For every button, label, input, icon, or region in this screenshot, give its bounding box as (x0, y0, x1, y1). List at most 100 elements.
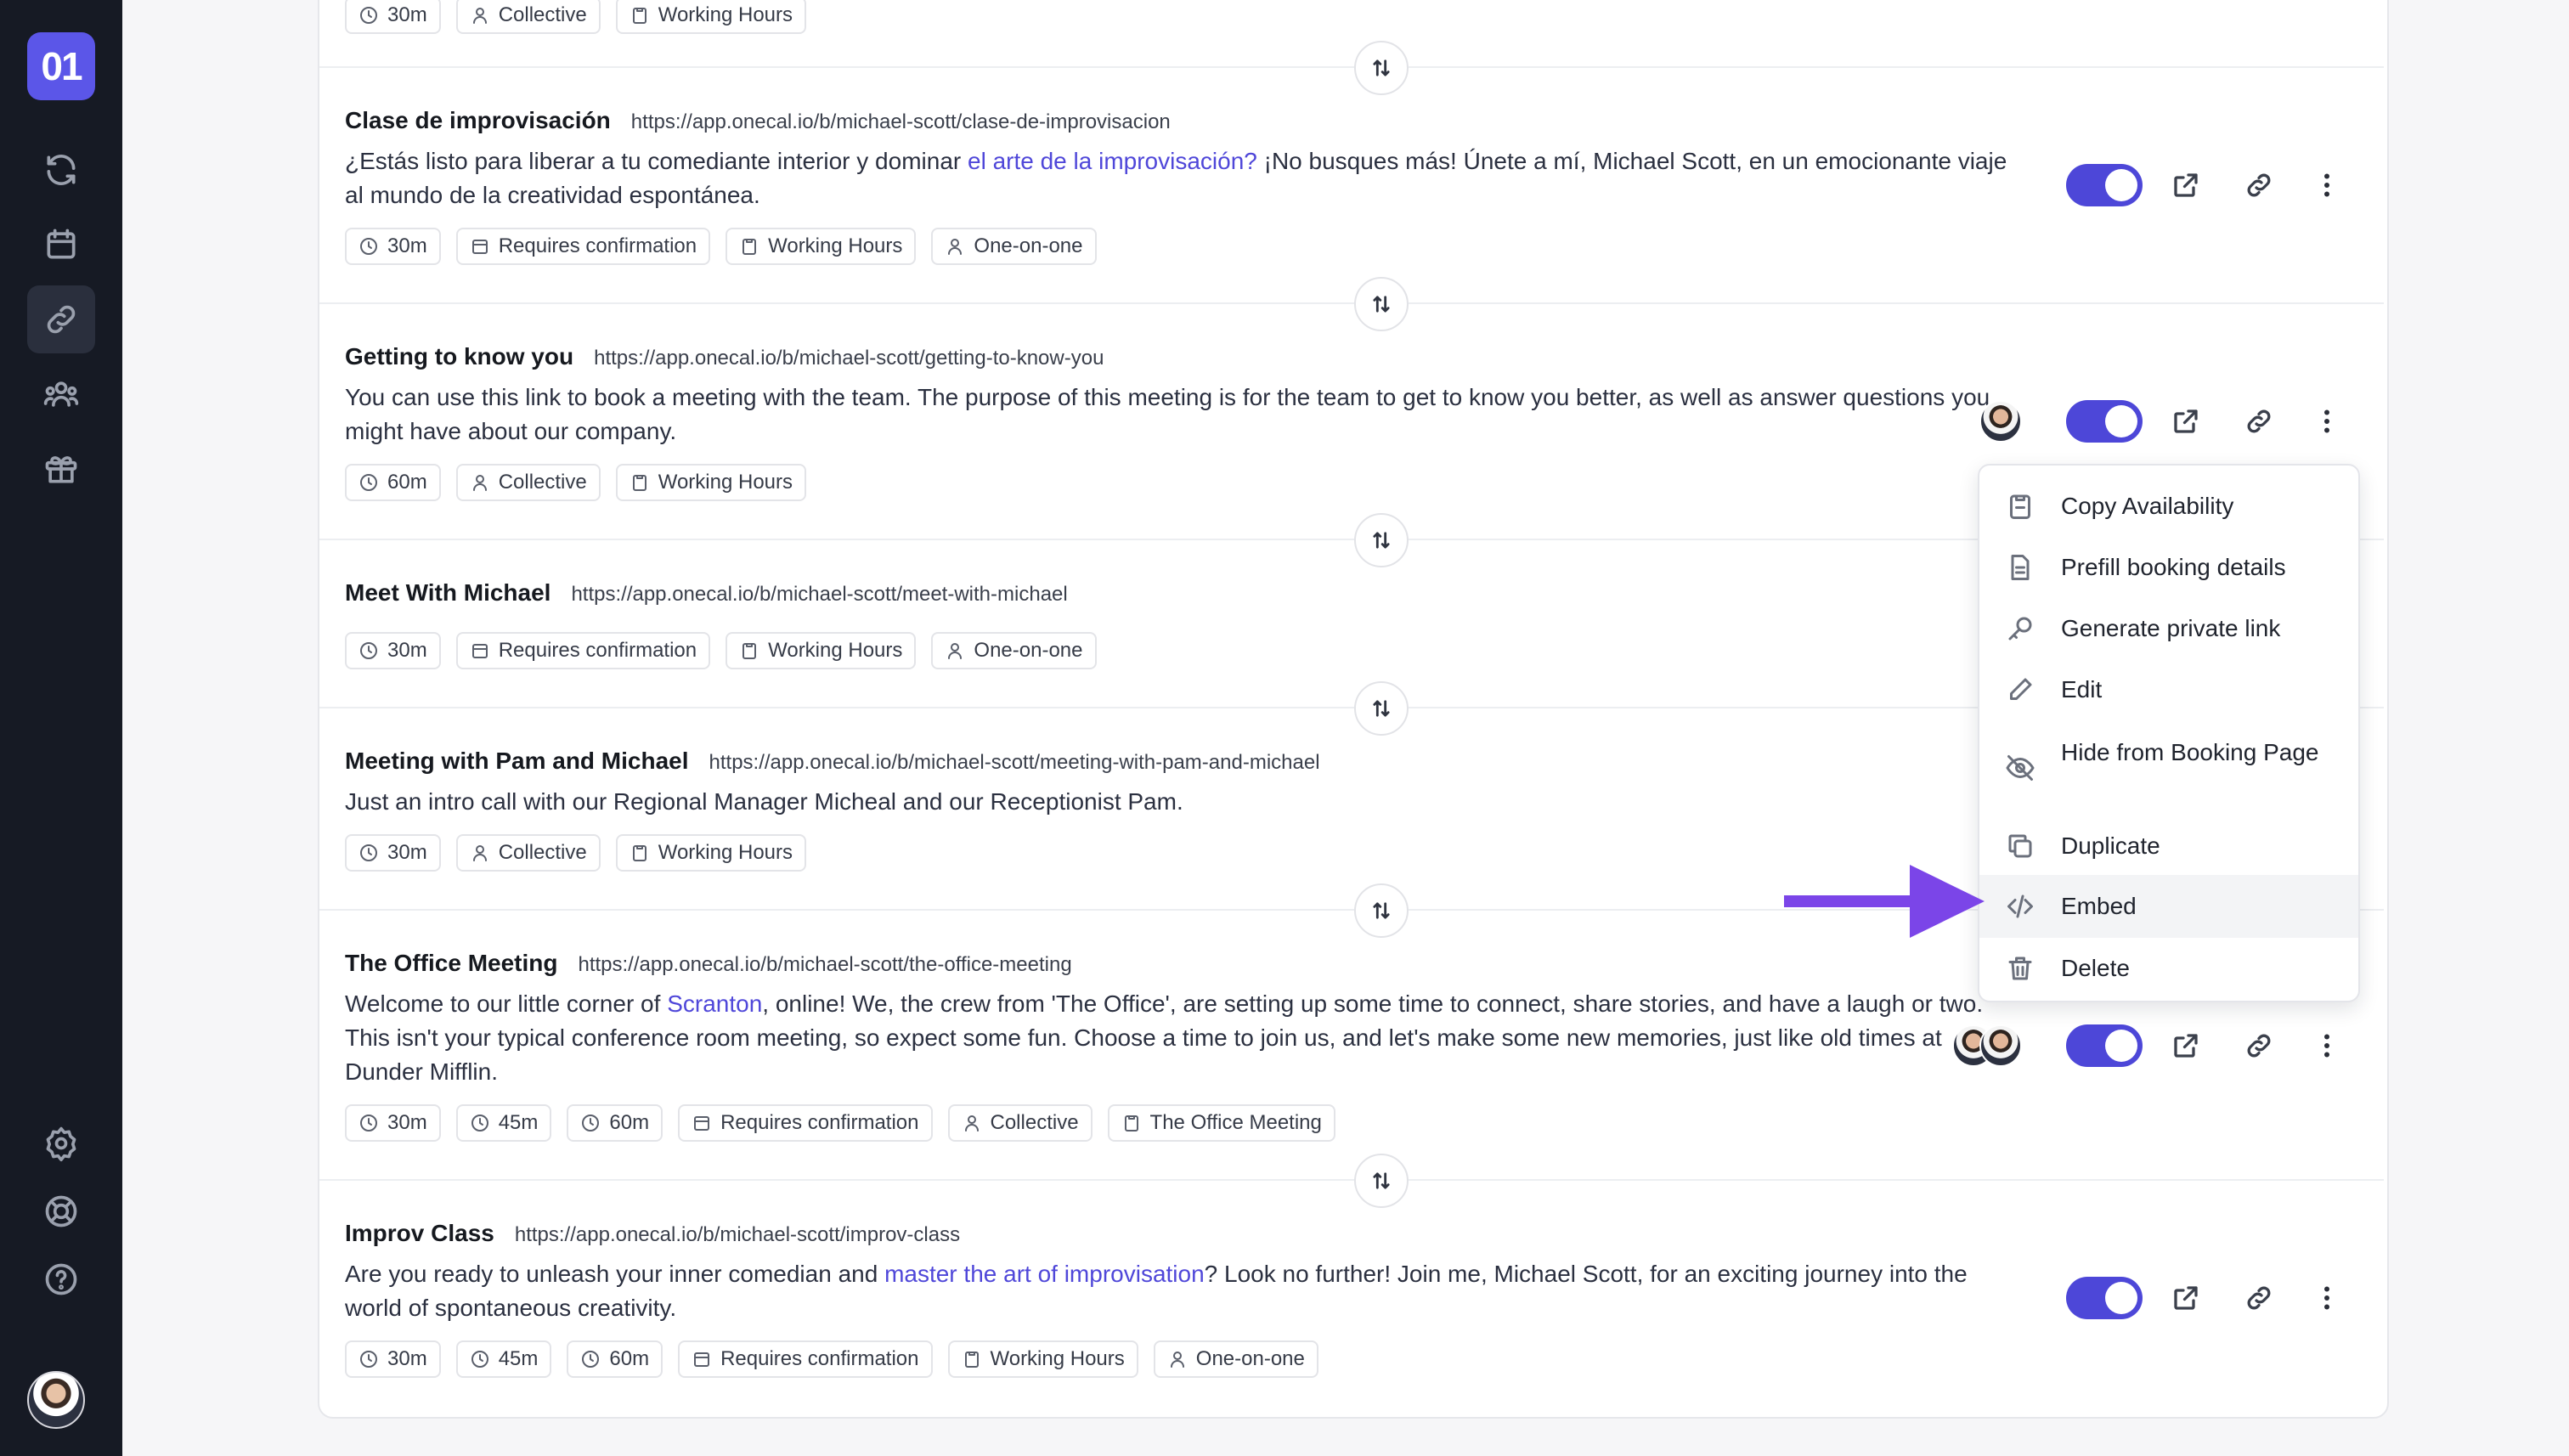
schedule-tag: Working Hours (615, 834, 807, 872)
kebab-icon (2324, 1034, 2329, 1058)
menu-item-prefill-booking-details[interactable]: Prefill booking details (1979, 544, 2358, 591)
sidebar-item-settings[interactable] (27, 1109, 95, 1177)
gear-icon (46, 1126, 76, 1162)
confirmation-tag: Requires confirmation (455, 228, 711, 265)
clock-icon (471, 1115, 488, 1132)
sidebar-item-teams[interactable] (27, 360, 95, 428)
code-icon (2005, 891, 2035, 922)
calendar-icon (471, 644, 488, 658)
enable-toggle[interactable] (2066, 400, 2143, 443)
event-url[interactable]: https://app.onecal.io/b/michael-scott/me… (571, 583, 1067, 607)
sidebar-item-help[interactable] (27, 1245, 95, 1313)
enable-toggle[interactable] (2066, 1277, 2143, 1319)
more-options-button[interactable] (2306, 400, 2348, 443)
one-on-one-tag: One-on-one (931, 228, 1097, 265)
event-row-partial: 30m Collective Working Hours (345, 0, 2365, 34)
more-options-button[interactable] (2306, 164, 2348, 206)
event-title: Meet With Michael (345, 579, 551, 606)
duration-tag: 45m (455, 1104, 552, 1142)
event-title: Improv Class (345, 1220, 494, 1246)
duration-tag: 45m (455, 1340, 552, 1378)
calendar-icon (694, 1116, 710, 1131)
reorder-button[interactable] (1354, 513, 1409, 567)
event-url[interactable]: https://app.onecal.io/b/michael-scott/ge… (594, 347, 1104, 370)
row-divider (319, 302, 2384, 304)
annotation-arrow-icon (1784, 865, 1985, 938)
host-avatar (1979, 1024, 2022, 1067)
copy-link-button[interactable] (2238, 1277, 2280, 1319)
swap-vertical-icon (1373, 902, 1390, 919)
open-link-button[interactable] (2165, 1024, 2207, 1067)
clock-icon (360, 642, 377, 659)
reorder-button[interactable] (1354, 277, 1409, 331)
event-url[interactable]: https://app.onecal.io/b/michael-scott/me… (709, 751, 1320, 775)
highlighted-text: Scranton (667, 990, 763, 1017)
open-link-button[interactable] (2165, 400, 2207, 443)
clock-icon (360, 1351, 377, 1368)
copy-link-button[interactable] (2238, 400, 2280, 443)
event-url[interactable]: https://app.onecal.io/b/michael-scott/th… (578, 953, 1071, 977)
open-link-button[interactable] (2165, 164, 2207, 206)
menu-item-hide-from-booking-page[interactable]: Hide from Booking Page (1979, 725, 2358, 810)
enable-toggle[interactable] (2066, 164, 2143, 206)
menu-item-delete[interactable]: Delete (1979, 945, 2358, 992)
copy-icon (2005, 831, 2035, 861)
copy-link-button[interactable] (2238, 1024, 2280, 1067)
reorder-button[interactable] (1354, 1154, 1409, 1208)
more-options-button[interactable] (2306, 1277, 2348, 1319)
menu-item-copy-availability[interactable]: Copy Availability (1979, 483, 2358, 530)
link-icon (2247, 1286, 2271, 1310)
sidebar-item-support[interactable] (27, 1177, 95, 1245)
row-divider (319, 66, 2384, 68)
copy-link-button[interactable] (2238, 164, 2280, 206)
sidebar-item-links[interactable] (27, 285, 95, 353)
duration-tag: 30m (345, 228, 441, 265)
reorder-button[interactable] (1354, 883, 1409, 938)
schedule-tag: Working Hours (726, 632, 917, 669)
person-icon (472, 475, 487, 491)
sidebar-item-gifts[interactable] (27, 435, 95, 503)
schedule-tag: Working Hours (726, 228, 917, 265)
enable-toggle[interactable] (2066, 1024, 2143, 1067)
open-link-button[interactable] (2165, 1277, 2207, 1319)
event-url[interactable]: https://app.onecal.io/b/michael-scott/cl… (631, 110, 1171, 134)
clipboard-icon (632, 845, 646, 861)
sidebar-item-sync[interactable] (27, 136, 95, 204)
clock-icon (582, 1115, 600, 1132)
row-divider (319, 1179, 2384, 1181)
swap-vertical-icon (1373, 59, 1390, 76)
duration-tag: 60m (567, 1340, 663, 1378)
person-icon (948, 643, 963, 659)
clipboard-icon (2005, 491, 2035, 522)
person-icon (964, 1115, 979, 1132)
clipboard-icon (632, 8, 646, 24)
kebab-icon (2324, 409, 2329, 433)
external-link-icon (2174, 409, 2198, 433)
menu-item-generate-private-link[interactable]: Generate private link (1979, 605, 2358, 652)
person-icon (472, 845, 487, 861)
more-options-button[interactable] (2306, 1024, 2348, 1067)
key-icon (2005, 613, 2035, 644)
user-avatar[interactable] (27, 1371, 85, 1429)
event-description: Welcome to our little corner of Scranton… (345, 990, 1984, 1085)
menu-item-embed[interactable]: Embed (1979, 875, 2358, 938)
app-logo[interactable]: 01 (27, 32, 95, 100)
host-avatar (1979, 400, 2022, 443)
event-url[interactable]: https://app.onecal.io/b/michael-scott/im… (515, 1223, 960, 1247)
duration-tag: 30m (345, 1340, 441, 1378)
collective-tag: Collective (455, 0, 601, 34)
users-icon (43, 381, 79, 407)
event-description: Are you ready to unleash your inner come… (345, 1261, 1968, 1321)
menu-item-duplicate[interactable]: Duplicate (1979, 822, 2358, 870)
reorder-button[interactable] (1354, 41, 1409, 95)
eye-off-icon (2005, 753, 2035, 783)
event-title: The Office Meeting (345, 950, 558, 976)
menu-item-edit[interactable]: Edit (1979, 666, 2358, 714)
pencil-icon (2005, 674, 2035, 705)
calendar-icon (471, 240, 488, 254)
reorder-button[interactable] (1354, 681, 1409, 736)
event-title: Clase de improvisación (345, 107, 611, 133)
sidebar-item-calendar[interactable] (27, 211, 95, 279)
clock-icon (471, 1351, 488, 1368)
duration-tag: 30m (345, 834, 441, 872)
